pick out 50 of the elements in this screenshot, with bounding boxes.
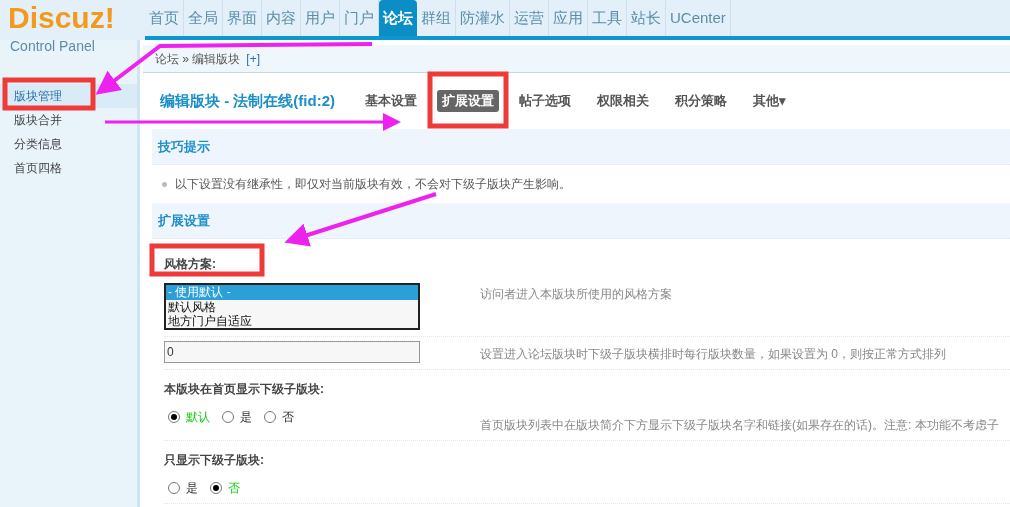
sidebar-item[interactable]: 版块合并 [0, 108, 137, 132]
list-option[interactable]: 默认风格 [166, 300, 418, 314]
setting-label: 本版块在首页显示下级子版块: [164, 381, 324, 398]
setting-hint: 首页版块列表中在版块简介下方显示下级子版块名字和链接(如果存在的话)。注意: 本功能不考虑子 [480, 417, 999, 434]
tab[interactable]: 帖子选项 [513, 91, 577, 111]
nav-tab[interactable]: 工具 [588, 0, 627, 36]
tab[interactable]: 积分策略 [669, 91, 733, 111]
nav-tab[interactable]: 首页 [145, 0, 184, 36]
sidebar-item[interactable]: 首页四格 [0, 156, 137, 180]
setting-label: 风格方案: [164, 256, 216, 273]
list-option[interactable]: - 使用默认 - [166, 285, 418, 300]
setting-label: 只显示下级子版块: [164, 452, 264, 469]
section-title: 技巧提示 [158, 137, 210, 156]
radio-button[interactable] [210, 482, 222, 494]
list-option[interactable]: 地方门户自适应 [166, 314, 418, 328]
bullet-icon [162, 181, 167, 187]
section-title: 扩展设置 [158, 211, 210, 230]
style-listbox[interactable]: - 使用默认 - 默认风格 地方门户自适应 [164, 283, 420, 330]
nav-tab[interactable]: 应用 [549, 0, 588, 36]
setting-hint: 设置进入论坛版块时下级子版块横排时每行版块数量，如果设置为 0，则按正常方式排列 [480, 346, 946, 363]
radio-button[interactable] [222, 411, 234, 423]
nav-tab[interactable]: 用户 [301, 0, 340, 36]
nav-tab[interactable]: 界面 [223, 0, 262, 36]
radio-label[interactable]: 是 [240, 408, 252, 426]
add-link[interactable]: [+] [246, 49, 261, 68]
radio-label[interactable]: 是 [186, 479, 198, 497]
nav-tab[interactable]: 内容 [262, 0, 301, 36]
breadcrumb: 论坛 » 编辑版块 [155, 50, 241, 68]
tab[interactable]: 基本设置 [359, 91, 423, 111]
logo-subtitle: Control Panel [9, 37, 96, 56]
nav-tab[interactable]: UCenter [666, 0, 731, 36]
setting-hint: 访问者进入本版块所使用的风格方案 [480, 286, 672, 303]
nav-tab[interactable]: 全局 [184, 0, 223, 36]
radio-button[interactable] [168, 482, 180, 494]
radio-label[interactable]: 否 [282, 408, 294, 426]
radio-button[interactable] [264, 411, 276, 423]
tab[interactable]: 扩展设置 [437, 90, 499, 112]
tab[interactable]: 权限相关 [591, 91, 655, 111]
tip-text: 以下设置没有继承性，即仅对当前版块有效，不会对下级子版块产生影响。 [175, 176, 571, 193]
nav-tab[interactable]: 论坛 [379, 0, 417, 36]
nav-tab[interactable]: 运营 [510, 0, 549, 36]
page-title: 编辑版块 - 法制在线(fid:2) [160, 90, 335, 111]
nav-tab[interactable]: 站长 [627, 0, 666, 36]
nav-tab[interactable]: 群组 [417, 0, 456, 36]
tab[interactable]: 其他▾ [747, 91, 792, 111]
sidebar-item[interactable]: 分类信息 [0, 132, 137, 156]
nav-tab[interactable]: 防灌水 [456, 0, 510, 36]
logo-text: Discuz! [8, 2, 116, 34]
text-input[interactable]: 0 [164, 341, 420, 363]
radio-button[interactable] [168, 411, 180, 423]
